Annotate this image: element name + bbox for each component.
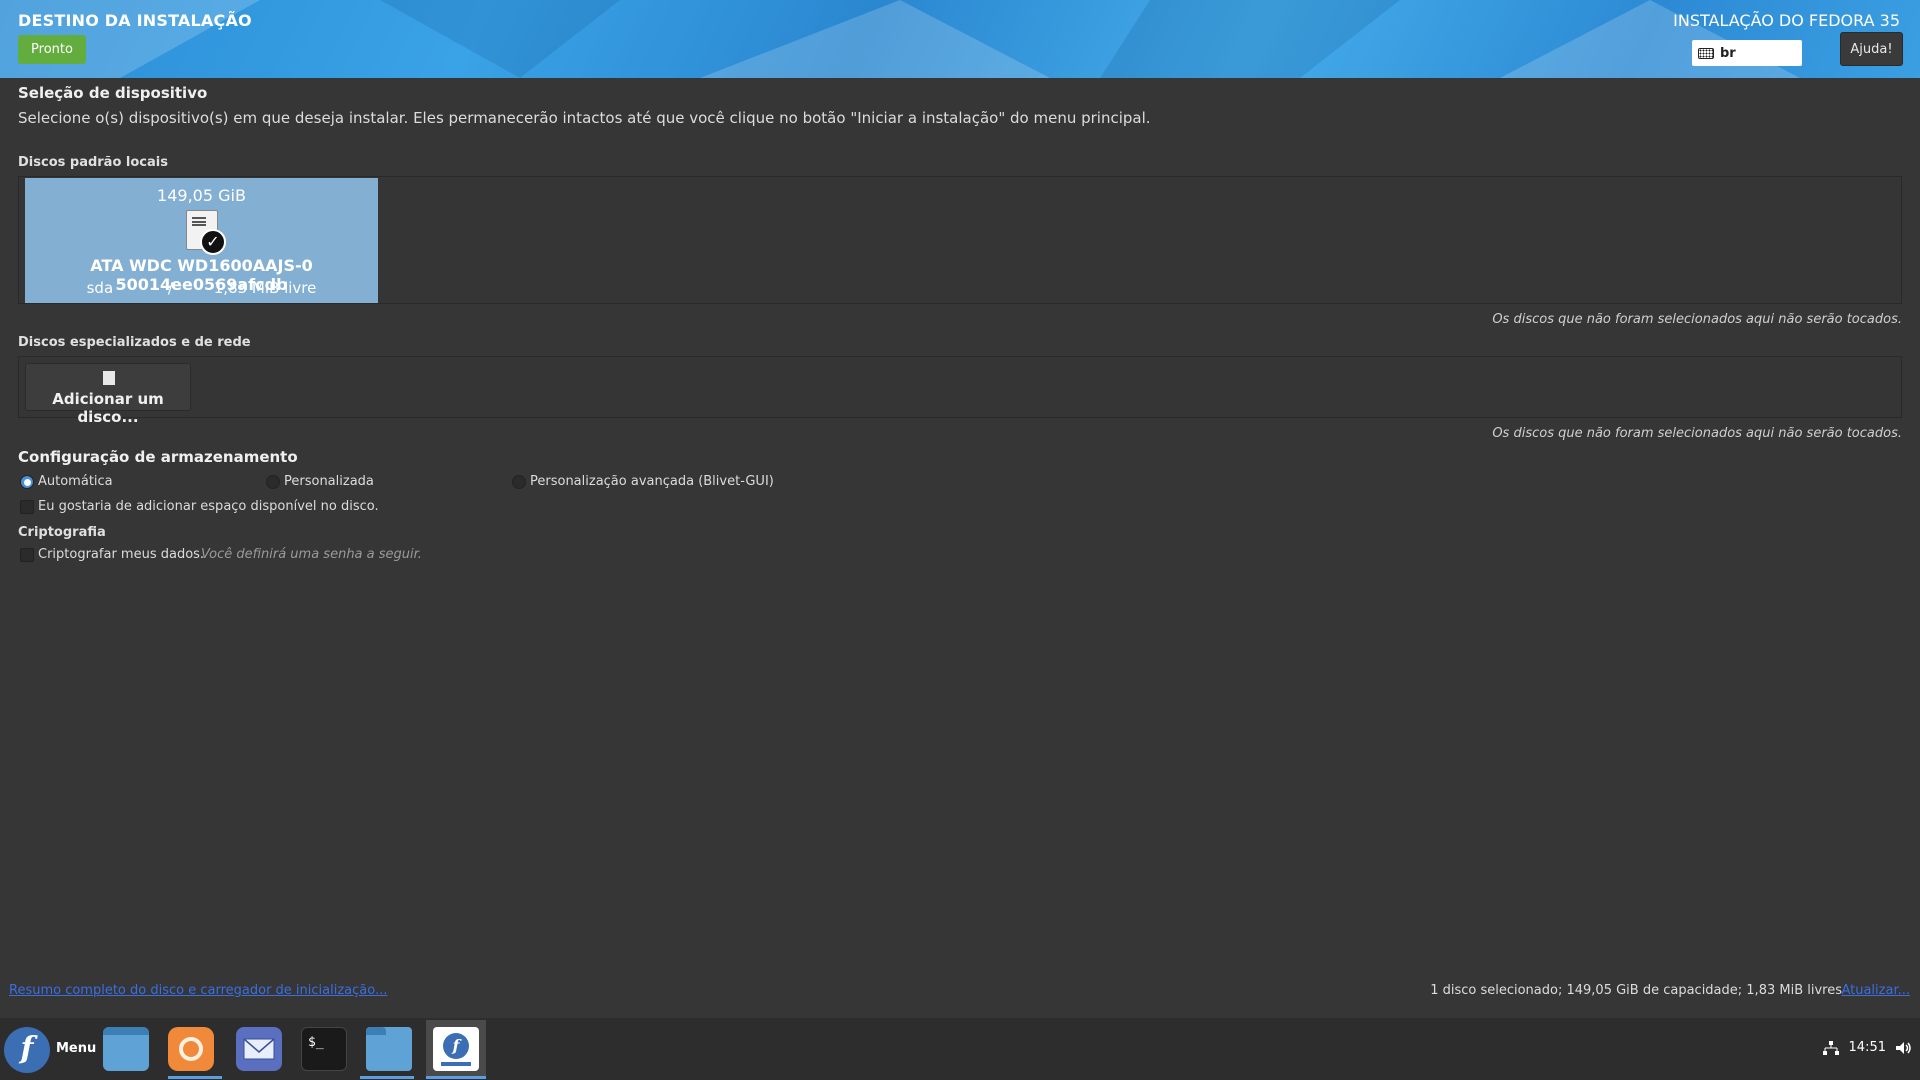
network-icon[interactable] (1822, 1040, 1839, 1055)
disk-device: sda (86, 279, 114, 297)
spoke-content: Seleção de dispositivo Selecione o(s) di… (18, 84, 1902, 562)
network-disks-note: Os discos que não foram selecionados aqu… (1492, 426, 1902, 441)
reclaim-space-label[interactable]: Eu gostaria de adicionar espaço disponív… (38, 499, 379, 514)
keyboard-layout-indicator[interactable]: br (1692, 40, 1802, 66)
add-disk-label: Adicionar um disco... (52, 390, 164, 426)
disk-meta: sda / 1,83 MiB livre (25, 279, 378, 297)
reclaim-space-checkbox[interactable] (20, 500, 34, 514)
product-title: INSTALAÇÃO DO FEDORA 35 (1673, 11, 1900, 30)
taskbar: f Menu $_ f 14:51 (0, 1018, 1920, 1080)
radio-custom[interactable] (266, 475, 280, 489)
device-selection-title: Seleção de dispositivo (18, 84, 208, 102)
local-disks-panel: 149,05 GiB ✓ ATA WDC WD1600AAJS-0 50014e… (18, 176, 1902, 304)
firefox-icon[interactable] (168, 1027, 214, 1071)
disk-icon (103, 371, 115, 385)
encrypt-hint: Você definirá uma senha a seguir. (201, 547, 422, 562)
full-disk-summary-link[interactable]: Resumo completo do disco e carregador de… (9, 983, 387, 998)
local-disks-note: Os discos que não foram selecionados aqu… (1492, 312, 1902, 327)
disk-tile-sda[interactable]: 149,05 GiB ✓ ATA WDC WD1600AAJS-0 50014e… (25, 178, 378, 303)
encrypt-data-label[interactable]: Criptografar meus dados. (38, 547, 204, 562)
system-tray: 14:51 (1822, 1040, 1912, 1055)
help-button[interactable]: Ajuda! (1840, 32, 1903, 66)
header-background-pattern (0, 0, 1800, 78)
spoke-title: DESTINO DA INSTALAÇÃO (18, 11, 252, 30)
ready-button[interactable]: Pronto (18, 35, 86, 64)
network-disks-title: Discos especializados e de rede (18, 335, 251, 350)
terminal-icon[interactable]: $_ (301, 1027, 347, 1071)
radio-custom-label[interactable]: Personalizada (284, 474, 374, 489)
volume-icon[interactable] (1896, 1041, 1912, 1055)
keyboard-layout-label: br (1720, 45, 1736, 61)
device-selection-intro: Selecione o(s) dispositivo(s) em que des… (18, 109, 1151, 127)
encrypt-data-checkbox[interactable] (20, 548, 34, 562)
menu-button-label[interactable]: Menu (56, 1041, 96, 1056)
anaconda-installer-icon[interactable]: f (433, 1027, 479, 1071)
disk-size: 149,05 GiB (157, 186, 246, 205)
disk-free: 1,83 MiB livre (213, 279, 317, 297)
mail-icon[interactable] (236, 1027, 282, 1071)
active-indicator (426, 1076, 486, 1079)
storage-config-title: Configuração de armazenamento (18, 448, 298, 466)
disk-selection-summary: 1 disco selecionado; 149,05 GiB de capac… (1430, 983, 1842, 998)
radio-automatic[interactable] (20, 475, 34, 489)
fedora-menu-icon[interactable]: f (4, 1027, 50, 1073)
network-disks-panel: Adicionar um disco... (18, 356, 1902, 426)
keyboard-icon (1698, 47, 1714, 59)
radio-automatic-label[interactable]: Automática (38, 474, 113, 489)
radio-advanced-custom[interactable] (512, 475, 526, 489)
local-disks-title: Discos padrão locais (18, 155, 168, 170)
encryption-title: Criptografia (18, 525, 106, 540)
clock[interactable]: 14:51 (1849, 1040, 1886, 1055)
desktop-icon[interactable] (103, 1027, 149, 1071)
checkmark-icon: ✓ (200, 229, 226, 255)
refresh-link[interactable]: Atualizar... (1841, 983, 1910, 998)
active-indicator (360, 1076, 414, 1079)
radio-advanced-custom-label[interactable]: Personalização avançada (Blivet-GUI) (530, 474, 774, 489)
files-icon[interactable] (366, 1027, 412, 1071)
spoke-header: DESTINO DA INSTALAÇÃO Pronto INSTALAÇÃO … (0, 0, 1920, 78)
add-disk-button[interactable]: Adicionar um disco... (25, 363, 191, 426)
disk-separator: / (167, 279, 173, 297)
active-indicator (168, 1076, 222, 1079)
